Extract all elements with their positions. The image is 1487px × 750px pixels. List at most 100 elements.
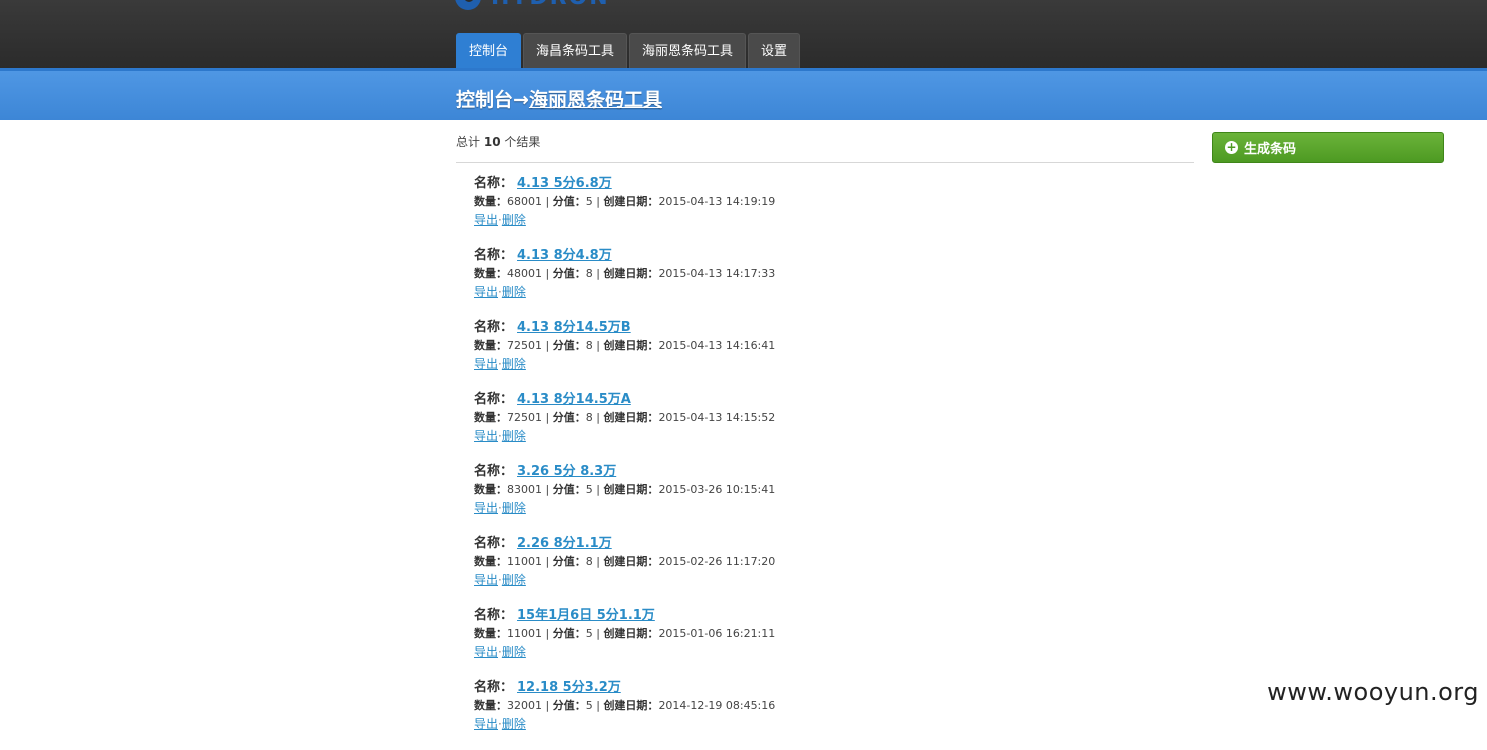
delete-link[interactable]: 删除 <box>502 429 526 443</box>
separator: | <box>545 339 550 352</box>
breadcrumb-root[interactable]: 控制台 <box>456 89 513 111</box>
tab-settings[interactable]: 设置 <box>748 33 801 68</box>
tab-hailien-barcode-tool[interactable]: 海丽恩条码工具 <box>629 33 747 68</box>
delete-link[interactable]: 删除 <box>502 285 526 299</box>
main-nav: 控制台 海昌条码工具 海丽恩条码工具 设置 <box>456 33 801 68</box>
item-name-row: 名称： 2.26 8分1.1万 <box>474 534 1174 553</box>
watermark: www.wooyun.org <box>1267 678 1479 706</box>
delete-link[interactable]: 删除 <box>502 645 526 659</box>
item-name-link[interactable]: 15年1月6日 5分1.1万 <box>517 608 655 623</box>
value-value: 8 <box>585 555 593 568</box>
separator: | <box>596 411 600 424</box>
quantity-value: 68001 <box>507 195 542 208</box>
export-link[interactable]: 导出 <box>474 645 498 659</box>
quantity-value: 83001 <box>507 483 542 496</box>
generate-barcode-button[interactable]: + 生成条码 <box>1212 132 1444 163</box>
value-value: 5 <box>585 627 593 640</box>
item-name-link[interactable]: 4.13 8分14.5万B <box>517 320 631 335</box>
export-link[interactable]: 导出 <box>474 501 498 515</box>
delete-link[interactable]: 删除 <box>502 501 526 515</box>
item-meta: 数量：72501 | 分值：8 | 创建日期：2015-04-13 14:16:… <box>474 337 1174 355</box>
separator: | <box>596 195 600 208</box>
item-name-link[interactable]: 3.26 5分 8.3万 <box>517 464 616 479</box>
list-item: 名称： 15年1月6日 5分1.1万 数量：11001 | 分值：5 | 创建日期：… <box>474 606 1174 678</box>
divider <box>456 162 1194 163</box>
name-label: 名称： <box>474 680 514 695</box>
separator: | <box>545 627 550 640</box>
item-actions: 导出·删除 <box>474 715 1174 733</box>
created-label: 创建日期： <box>603 555 659 568</box>
value-label: 分值： <box>552 555 586 568</box>
separator: | <box>545 411 550 424</box>
separator: | <box>596 555 600 568</box>
created-label: 创建日期： <box>603 339 659 352</box>
separator: | <box>545 699 550 712</box>
value-label: 分值： <box>552 195 586 208</box>
export-link[interactable]: 导出 <box>474 573 498 587</box>
created-label: 创建日期： <box>603 627 659 640</box>
logo[interactable]: HYDRON <box>455 0 610 10</box>
list-item: 名称： 4.13 8分4.8万 数量：48001 | 分值：8 | 创建日期：201… <box>474 246 1174 318</box>
value-value: 5 <box>585 483 593 496</box>
quantity-value: 11001 <box>507 627 542 640</box>
item-actions: 导出·删除 <box>474 571 1174 589</box>
created-value: 2015-01-06 16:21:11 <box>658 627 776 640</box>
summary-prefix: 总计 <box>456 135 481 149</box>
logo-text: HYDRON <box>491 0 610 10</box>
quantity-label: 数量： <box>474 411 507 424</box>
plus-circle-icon: + <box>1225 140 1238 154</box>
item-actions: 导出·删除 <box>474 355 1174 373</box>
export-link[interactable]: 导出 <box>474 429 498 443</box>
item-name-link[interactable]: 12.18 5分3.2万 <box>517 680 621 695</box>
delete-link[interactable]: 删除 <box>502 573 526 587</box>
value-value: 8 <box>585 339 593 352</box>
quantity-value: 72501 <box>507 339 542 352</box>
value-value: 5 <box>585 699 593 712</box>
name-label: 名称： <box>474 536 514 551</box>
separator: | <box>545 555 550 568</box>
separator: | <box>596 699 600 712</box>
item-name-link[interactable]: 4.13 5分6.8万 <box>517 176 612 191</box>
result-summary: 总计 10 个结果 <box>456 133 540 150</box>
item-name-link[interactable]: 4.13 8分4.8万 <box>517 248 612 263</box>
item-actions: 导出·删除 <box>474 499 1174 517</box>
created-value: 2015-04-13 14:16:41 <box>658 339 776 352</box>
separator: | <box>596 483 600 496</box>
item-actions: 导出·删除 <box>474 643 1174 661</box>
delete-link[interactable]: 删除 <box>502 717 526 731</box>
value-label: 分值： <box>552 699 586 712</box>
breadcrumb-current[interactable]: 海丽恩条码工具 <box>529 89 662 111</box>
item-name-row: 名称： 4.13 5分6.8万 <box>474 174 1174 193</box>
quantity-value: 11001 <box>507 555 542 568</box>
quantity-label: 数量： <box>474 555 507 568</box>
item-name-link[interactable]: 4.13 8分14.5万A <box>517 392 631 407</box>
list-item: 名称： 12.18 5分3.2万数量：32001 | 分值：5 | 创建日期：20… <box>474 678 1174 750</box>
value-label: 分值： <box>552 483 586 496</box>
quantity-label: 数量： <box>474 195 507 208</box>
item-meta: 数量：11001 | 分值：8 | 创建日期：2015-02-26 11:17:… <box>474 553 1174 571</box>
created-value: 2015-04-13 14:15:52 <box>658 411 776 424</box>
export-link[interactable]: 导出 <box>474 213 498 227</box>
item-actions: 导出·删除 <box>474 283 1174 301</box>
delete-link[interactable]: 删除 <box>502 213 526 227</box>
created-label: 创建日期： <box>603 699 659 712</box>
item-meta: 数量：68001 | 分值：5 | 创建日期：2015-04-13 14:19:… <box>474 193 1174 211</box>
created-label: 创建日期： <box>603 411 659 424</box>
item-name-link[interactable]: 2.26 8分1.1万 <box>517 536 612 551</box>
item-meta: 数量：72501 | 分值：8 | 创建日期：2015-04-13 14:15:… <box>474 409 1174 427</box>
delete-link[interactable]: 删除 <box>502 357 526 371</box>
tab-dashboard[interactable]: 控制台 <box>456 33 522 68</box>
item-actions: 导出·删除 <box>474 427 1174 445</box>
list-item: 名称： 4.13 5分6.8万 数量：68001 | 分值：5 | 创建日期：201… <box>474 174 1174 246</box>
export-link[interactable]: 导出 <box>474 285 498 299</box>
value-value: 8 <box>585 411 593 424</box>
item-name-row: 名称： 4.13 8分4.8万 <box>474 246 1174 265</box>
list-item: 名称： 4.13 8分14.5万A 数量：72501 | 分值：8 | 创建日期：2… <box>474 390 1174 462</box>
export-link[interactable]: 导出 <box>474 717 498 731</box>
tab-haichang-barcode-tool[interactable]: 海昌条码工具 <box>523 33 628 68</box>
name-label: 名称： <box>474 392 514 407</box>
quantity-label: 数量： <box>474 267 507 280</box>
item-meta: 数量：32001 | 分值：5 | 创建日期：2014-12-19 08:45:… <box>474 697 1174 715</box>
export-link[interactable]: 导出 <box>474 357 498 371</box>
name-label: 名称： <box>474 464 514 479</box>
